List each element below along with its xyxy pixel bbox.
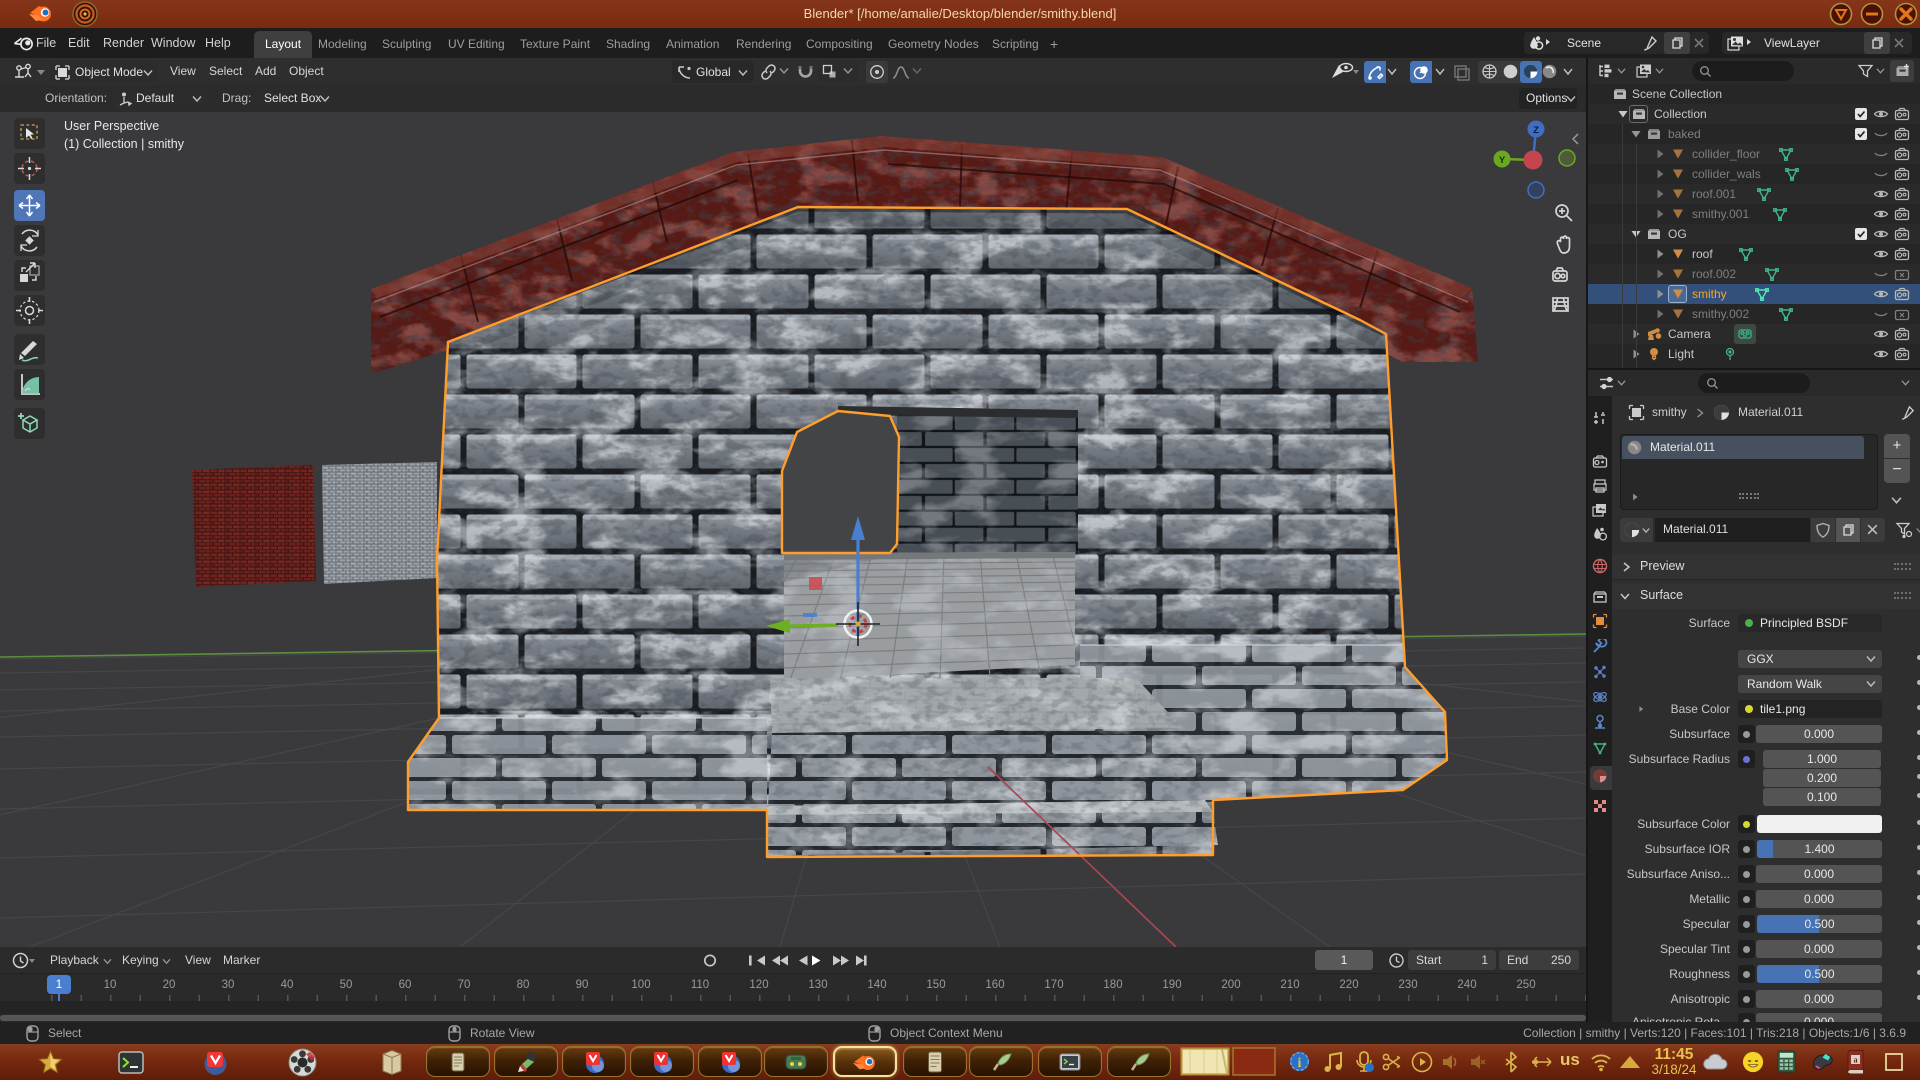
svg-text:i: i bbox=[1298, 1055, 1302, 1070]
svg-text:(1) Collection | smithy: (1) Collection | smithy bbox=[64, 137, 185, 151]
svg-text:Y: Y bbox=[1499, 155, 1506, 166]
svg-text:a: a bbox=[1854, 1056, 1858, 1065]
svg-text:Z: Z bbox=[1533, 125, 1539, 136]
svg-text:User Perspective: User Perspective bbox=[64, 119, 159, 133]
